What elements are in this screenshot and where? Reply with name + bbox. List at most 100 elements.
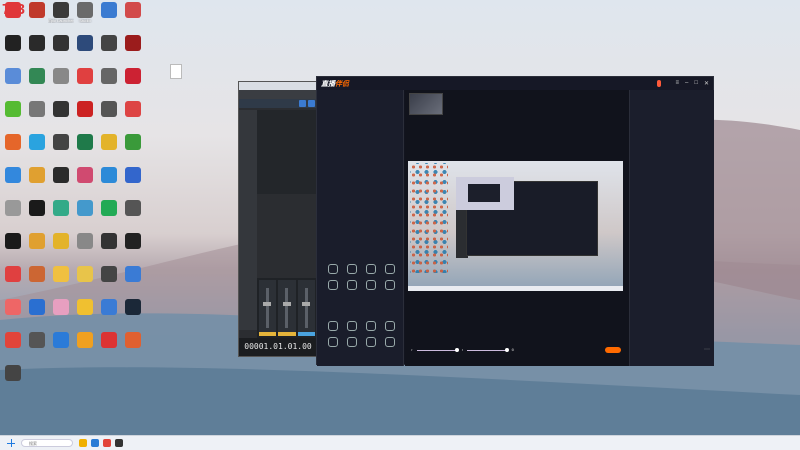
desktop-shortcut[interactable] — [0, 167, 26, 196]
tool-button[interactable] — [342, 264, 361, 275]
desktop-shortcut[interactable] — [24, 101, 50, 130]
start-live-button[interactable] — [605, 347, 621, 353]
desktop-shortcut[interactable] — [24, 266, 50, 295]
desktop-shortcut[interactable] — [72, 134, 98, 163]
speaker-volume-slider[interactable] — [417, 347, 460, 352]
tool-icon[interactable] — [308, 100, 315, 107]
app-icon[interactable] — [115, 439, 123, 447]
live-stream-app-window[interactable]: 直播伴侣 ≡ – □ ✕ ◐ ◑ ⚙ — [316, 76, 714, 366]
desktop-shortcut[interactable] — [24, 68, 50, 97]
tool-button[interactable] — [323, 337, 342, 348]
taskbar-search[interactable]: 搜索 — [21, 439, 73, 447]
tool-button[interactable] — [323, 321, 342, 332]
desktop-shortcut[interactable] — [0, 35, 26, 64]
edge-icon[interactable] — [91, 439, 99, 447]
maximize-icon[interactable]: □ — [694, 80, 698, 87]
chrome-icon[interactable] — [103, 439, 111, 447]
desktop-shortcut[interactable] — [72, 299, 98, 328]
desktop-shortcut[interactable] — [24, 299, 50, 328]
desktop-shortcut[interactable] — [0, 299, 26, 328]
desktop-shortcut[interactable] — [48, 200, 74, 229]
desktop-shortcut[interactable] — [120, 167, 146, 196]
desktop-shortcut[interactable] — [48, 332, 74, 361]
tool-button[interactable] — [342, 280, 361, 291]
mic-volume-slider[interactable] — [467, 347, 510, 352]
desktop-shortcut[interactable] — [48, 35, 74, 64]
desktop-file-icon[interactable] — [160, 64, 192, 79]
desktop-shortcut[interactable] — [120, 35, 146, 64]
tool-button[interactable] — [380, 264, 399, 275]
desktop-shortcut[interactable] — [96, 68, 122, 97]
close-icon[interactable]: ✕ — [704, 80, 709, 87]
desktop-shortcut[interactable]: Studio — [72, 2, 98, 31]
desktop-shortcut[interactable] — [48, 266, 74, 295]
fader-knob[interactable] — [282, 302, 291, 306]
stream-cover-thumbnail[interactable] — [409, 93, 443, 115]
fader[interactable] — [304, 288, 308, 328]
tool-button[interactable] — [361, 321, 380, 332]
settings-icon[interactable]: ⚙ — [511, 348, 514, 352]
desktop-shortcut[interactable] — [48, 299, 74, 328]
desktop-shortcut[interactable] — [96, 266, 122, 295]
desktop-shortcut[interactable] — [48, 101, 74, 130]
desktop-shortcut[interactable] — [48, 233, 74, 262]
desktop-shortcut[interactable] — [120, 233, 146, 262]
desktop-shortcut[interactable] — [96, 200, 122, 229]
tool-icon[interactable] — [299, 100, 306, 107]
desktop-shortcut[interactable] — [24, 35, 50, 64]
tool-button[interactable] — [380, 337, 399, 348]
desktop-shortcut[interactable] — [72, 266, 98, 295]
start-icon[interactable] — [7, 439, 15, 447]
fader-knob[interactable] — [263, 302, 272, 306]
daw-window[interactable]: 00001.01.01.00 — [238, 81, 318, 357]
desktop-shortcut[interactable] — [0, 134, 26, 163]
desktop-shortcut[interactable] — [0, 266, 26, 295]
stream-preview[interactable] — [408, 161, 623, 291]
desktop-shortcut[interactable] — [72, 68, 98, 97]
daw-title-bar[interactable] — [239, 82, 317, 90]
desktop-shortcut[interactable] — [0, 2, 26, 31]
desktop-shortcut[interactable] — [120, 68, 146, 97]
desktop-shortcut[interactable] — [48, 167, 74, 196]
desktop-shortcut[interactable] — [0, 200, 26, 229]
desktop-shortcut[interactable] — [0, 233, 26, 262]
desktop-shortcut[interactable] — [48, 134, 74, 163]
desktop-shortcut[interactable] — [72, 167, 98, 196]
fader[interactable] — [285, 288, 289, 328]
tool-button[interactable] — [323, 280, 342, 291]
tool-button[interactable] — [323, 264, 342, 275]
tool-button[interactable] — [342, 337, 361, 348]
desktop-shortcut[interactable] — [0, 332, 26, 361]
desktop-shortcut[interactable] — [72, 200, 98, 229]
tool-button[interactable] — [361, 264, 380, 275]
desktop-shortcut[interactable] — [24, 332, 50, 361]
minimize-icon[interactable]: – — [685, 80, 688, 87]
desktop-shortcut[interactable] — [120, 101, 146, 130]
fader[interactable] — [265, 288, 269, 328]
desktop-shortcut[interactable] — [96, 35, 122, 64]
mic-icon[interactable]: ◑ — [461, 348, 463, 352]
desktop-shortcut[interactable] — [0, 101, 26, 130]
desktop-shortcut[interactable] — [120, 266, 146, 295]
fader-knob[interactable] — [301, 302, 310, 306]
desktop-shortcut[interactable] — [72, 35, 98, 64]
desktop-shortcut[interactable] — [0, 68, 26, 97]
speaker-icon[interactable]: ◐ — [411, 348, 413, 352]
desktop-shortcut[interactable] — [72, 101, 98, 130]
desktop-shortcut[interactable] — [96, 2, 122, 31]
desktop-shortcut[interactable] — [48, 68, 74, 97]
desktop-shortcut[interactable] — [96, 332, 122, 361]
desktop-shortcut[interactable] — [96, 167, 122, 196]
tool-button[interactable] — [361, 337, 380, 348]
desktop-shortcut[interactable] — [120, 134, 146, 163]
desktop-shortcut[interactable] — [24, 2, 50, 31]
tool-button[interactable] — [361, 280, 380, 291]
desktop-shortcut[interactable]: Epic Launcher — [48, 2, 74, 31]
send-button[interactable] — [704, 348, 710, 350]
app-title-bar[interactable]: 直播伴侣 ≡ – □ ✕ — [317, 77, 713, 90]
desktop-shortcut[interactable] — [24, 233, 50, 262]
desktop-shortcut[interactable] — [120, 299, 146, 328]
mixer-channel[interactable] — [297, 280, 315, 336]
desktop-shortcut[interactable] — [96, 299, 122, 328]
desktop-shortcut[interactable] — [24, 167, 50, 196]
